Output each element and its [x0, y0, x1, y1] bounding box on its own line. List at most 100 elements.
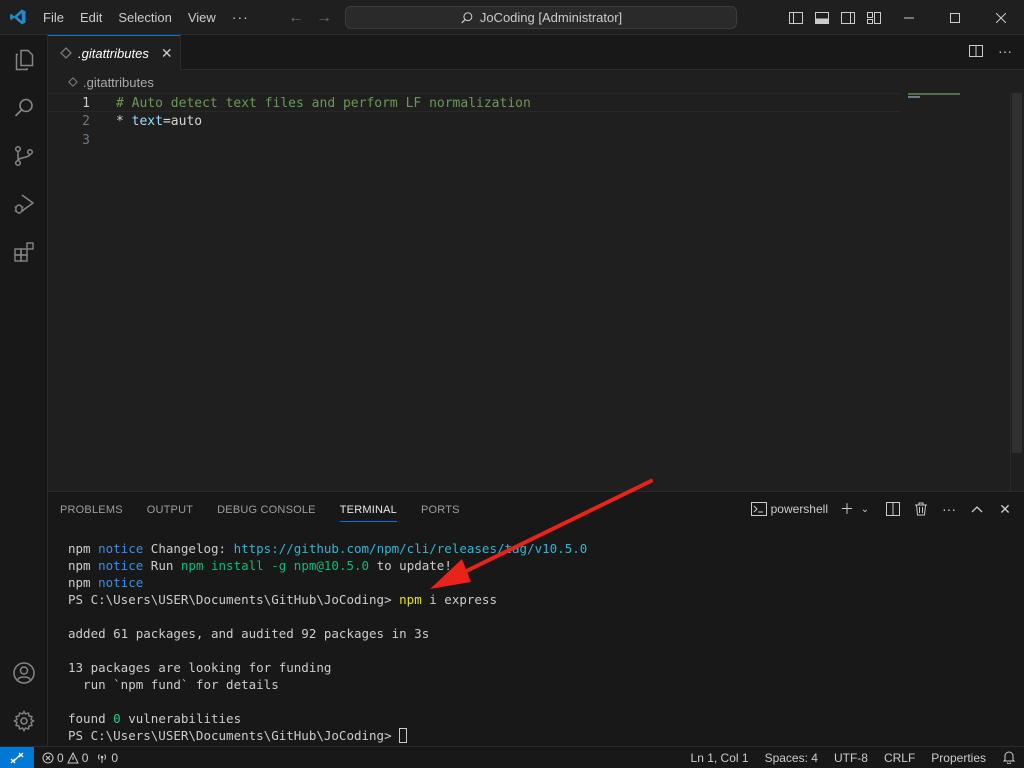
menu-selection[interactable]: Selection — [110, 0, 179, 35]
terminal-line: run `npm fund` for details — [68, 677, 279, 692]
ports-status[interactable]: 0 — [96, 751, 118, 765]
settings-gear-icon[interactable] — [0, 697, 48, 745]
customize-layout-icon[interactable] — [864, 8, 884, 28]
terminal-command-line: PS C:\Users\USER\Documents\GitHub\JoCodi… — [68, 592, 497, 607]
close-panel-icon[interactable]: ✕ — [996, 500, 1014, 518]
explorer-icon[interactable] — [0, 36, 48, 84]
indentation[interactable]: Spaces: 4 — [765, 751, 818, 765]
terminal-line: 13 packages are looking for funding — [68, 660, 332, 675]
minimap[interactable] — [908, 93, 968, 99]
menu-edit[interactable]: Edit — [72, 0, 110, 35]
error-count: 0 — [57, 750, 64, 765]
more-actions-icon[interactable]: ··· — [998, 43, 1012, 62]
tab-label: .gitattributes — [78, 45, 149, 61]
terminal-output[interactable]: npm notice Changelog: https://github.com… — [68, 540, 587, 744]
changelog-link[interactable]: https://github.com/npm/cli/releases/tag/… — [234, 541, 588, 556]
file-settings-icon — [68, 77, 78, 87]
activity-bar — [0, 35, 48, 746]
status-bar: 0 0 0 Ln 1, Col 1 Spaces: 4 UTF-8 CRLF P… — [0, 746, 1024, 768]
terminal-blank — [68, 642, 587, 659]
remote-indicator-icon[interactable] — [0, 746, 34, 768]
terminal-prompt-line: PS C:\Users\USER\Documents\GitHub\JoCodi… — [68, 727, 587, 744]
code-comment: # Auto detect text files and perform LF … — [116, 96, 531, 111]
terminal-line: found 0 vulnerabilities — [68, 711, 242, 726]
toggle-primary-sidebar-icon[interactable] — [786, 8, 806, 28]
terminal-line: added 61 packages, and audited 92 packag… — [68, 626, 430, 641]
accounts-icon[interactable] — [0, 649, 48, 697]
terminal-selector[interactable]: powershell — [750, 502, 828, 516]
problems-status[interactable]: 0 0 — [42, 751, 88, 765]
warning-count: 0 — [81, 750, 89, 765]
more-actions-icon[interactable]: ··· — [940, 500, 958, 518]
minimize-icon[interactable] — [886, 0, 932, 35]
cursor-position[interactable]: Ln 1, Col 1 — [691, 751, 749, 765]
tab-problems[interactable]: PROBLEMS — [60, 492, 123, 528]
command-center[interactable]: JoCoding [Administrator] — [345, 6, 737, 29]
close-window-icon[interactable] — [978, 0, 1024, 35]
menu-file[interactable]: File — [35, 0, 72, 35]
terminal-name: powershell — [770, 502, 828, 516]
toggle-panel-icon[interactable] — [812, 8, 832, 28]
maximize-icon[interactable] — [932, 0, 978, 35]
line-number: 3 — [82, 133, 90, 148]
vscode-logo-icon — [0, 0, 35, 35]
code-line[interactable]: 1 # Auto detect text files and perform L… — [48, 93, 900, 112]
notifications-bell-icon[interactable] — [1002, 750, 1016, 767]
line-number: 1 — [82, 96, 90, 111]
error-icon — [42, 752, 54, 763]
encoding[interactable]: UTF-8 — [834, 751, 868, 765]
status-left: 0 0 0 — [42, 751, 118, 765]
search-icon[interactable] — [0, 84, 48, 132]
editor-scrollbar[interactable] — [1010, 93, 1024, 491]
code-line[interactable]: 3 — [48, 131, 900, 150]
toggle-secondary-sidebar-icon[interactable] — [838, 8, 858, 28]
breadcrumb-file[interactable]: .gitattributes — [83, 75, 154, 90]
menu-view[interactable]: View — [180, 0, 224, 35]
new-terminal-icon[interactable]: ＋ — [838, 500, 856, 518]
breadcrumb: .gitattributes — [48, 71, 1024, 93]
code-text: * text=auto — [116, 114, 203, 129]
terminal-line: npm notice — [68, 575, 144, 590]
run-and-debug-icon[interactable] — [0, 180, 48, 228]
terminal-cursor — [399, 728, 408, 743]
split-editor-icon[interactable] — [968, 43, 984, 62]
terminal-blank — [68, 693, 587, 710]
terminal-blank — [68, 608, 587, 625]
warning-icon — [66, 751, 79, 763]
terminal-powershell-icon — [750, 502, 767, 516]
layout-controls — [786, 0, 884, 35]
tab-terminal[interactable]: TERMINAL — [339, 492, 398, 528]
split-terminal-icon[interactable] — [884, 500, 902, 518]
tab-output[interactable]: OUTPUT — [147, 492, 193, 528]
tab-debug-console[interactable]: DEBUG CONSOLE — [217, 492, 316, 528]
chevron-down-icon[interactable]: ⌄ — [856, 500, 874, 518]
panel-tabs: PROBLEMS OUTPUT DEBUG CONSOLE TERMINAL P… — [60, 492, 460, 528]
status-right: Ln 1, Col 1 Spaces: 4 UTF-8 CRLF Propert… — [691, 747, 1016, 768]
extensions-icon[interactable] — [0, 228, 48, 276]
search-icon — [461, 11, 473, 23]
source-control-icon[interactable] — [0, 132, 48, 180]
tab-ports[interactable]: PORTS — [421, 492, 460, 528]
close-tab-icon[interactable]: ✕ — [161, 45, 173, 62]
title-bar: File Edit Selection View ··· ← → JoCodin… — [0, 0, 1024, 35]
code-editor[interactable]: 1 # Auto detect text files and perform L… — [48, 93, 1024, 491]
end-of-line[interactable]: CRLF — [884, 751, 915, 765]
terminal-line: npm notice Run npm install -g npm@10.5.0… — [68, 558, 452, 573]
panel-actions: powershell ＋ ⌄ ··· ✕ — [750, 500, 1014, 518]
maximize-panel-chevron-up-icon[interactable] — [968, 500, 986, 518]
navigation-arrows: ← → — [286, 0, 334, 35]
language-mode[interactable]: Properties — [931, 751, 986, 765]
menu-bar: File Edit Selection View ··· — [35, 0, 257, 35]
scrollbar-thumb[interactable] — [1012, 93, 1022, 453]
menu-more-button[interactable]: ··· — [224, 9, 257, 25]
forward-arrow-icon[interactable]: → — [314, 9, 334, 27]
kill-terminal-trash-icon[interactable] — [912, 500, 930, 518]
window-controls — [886, 0, 1024, 35]
editor-tab-bar: .gitattributes ✕ ··· — [48, 35, 1024, 70]
file-settings-icon — [60, 47, 72, 59]
command-center-label: JoCoding [Administrator] — [479, 10, 623, 25]
broadcast-icon — [98, 753, 107, 763]
code-line[interactable]: 2 * text=auto — [48, 112, 900, 131]
back-arrow-icon[interactable]: ← — [286, 9, 306, 27]
tab-gitattributes[interactable]: .gitattributes ✕ — [48, 35, 181, 70]
